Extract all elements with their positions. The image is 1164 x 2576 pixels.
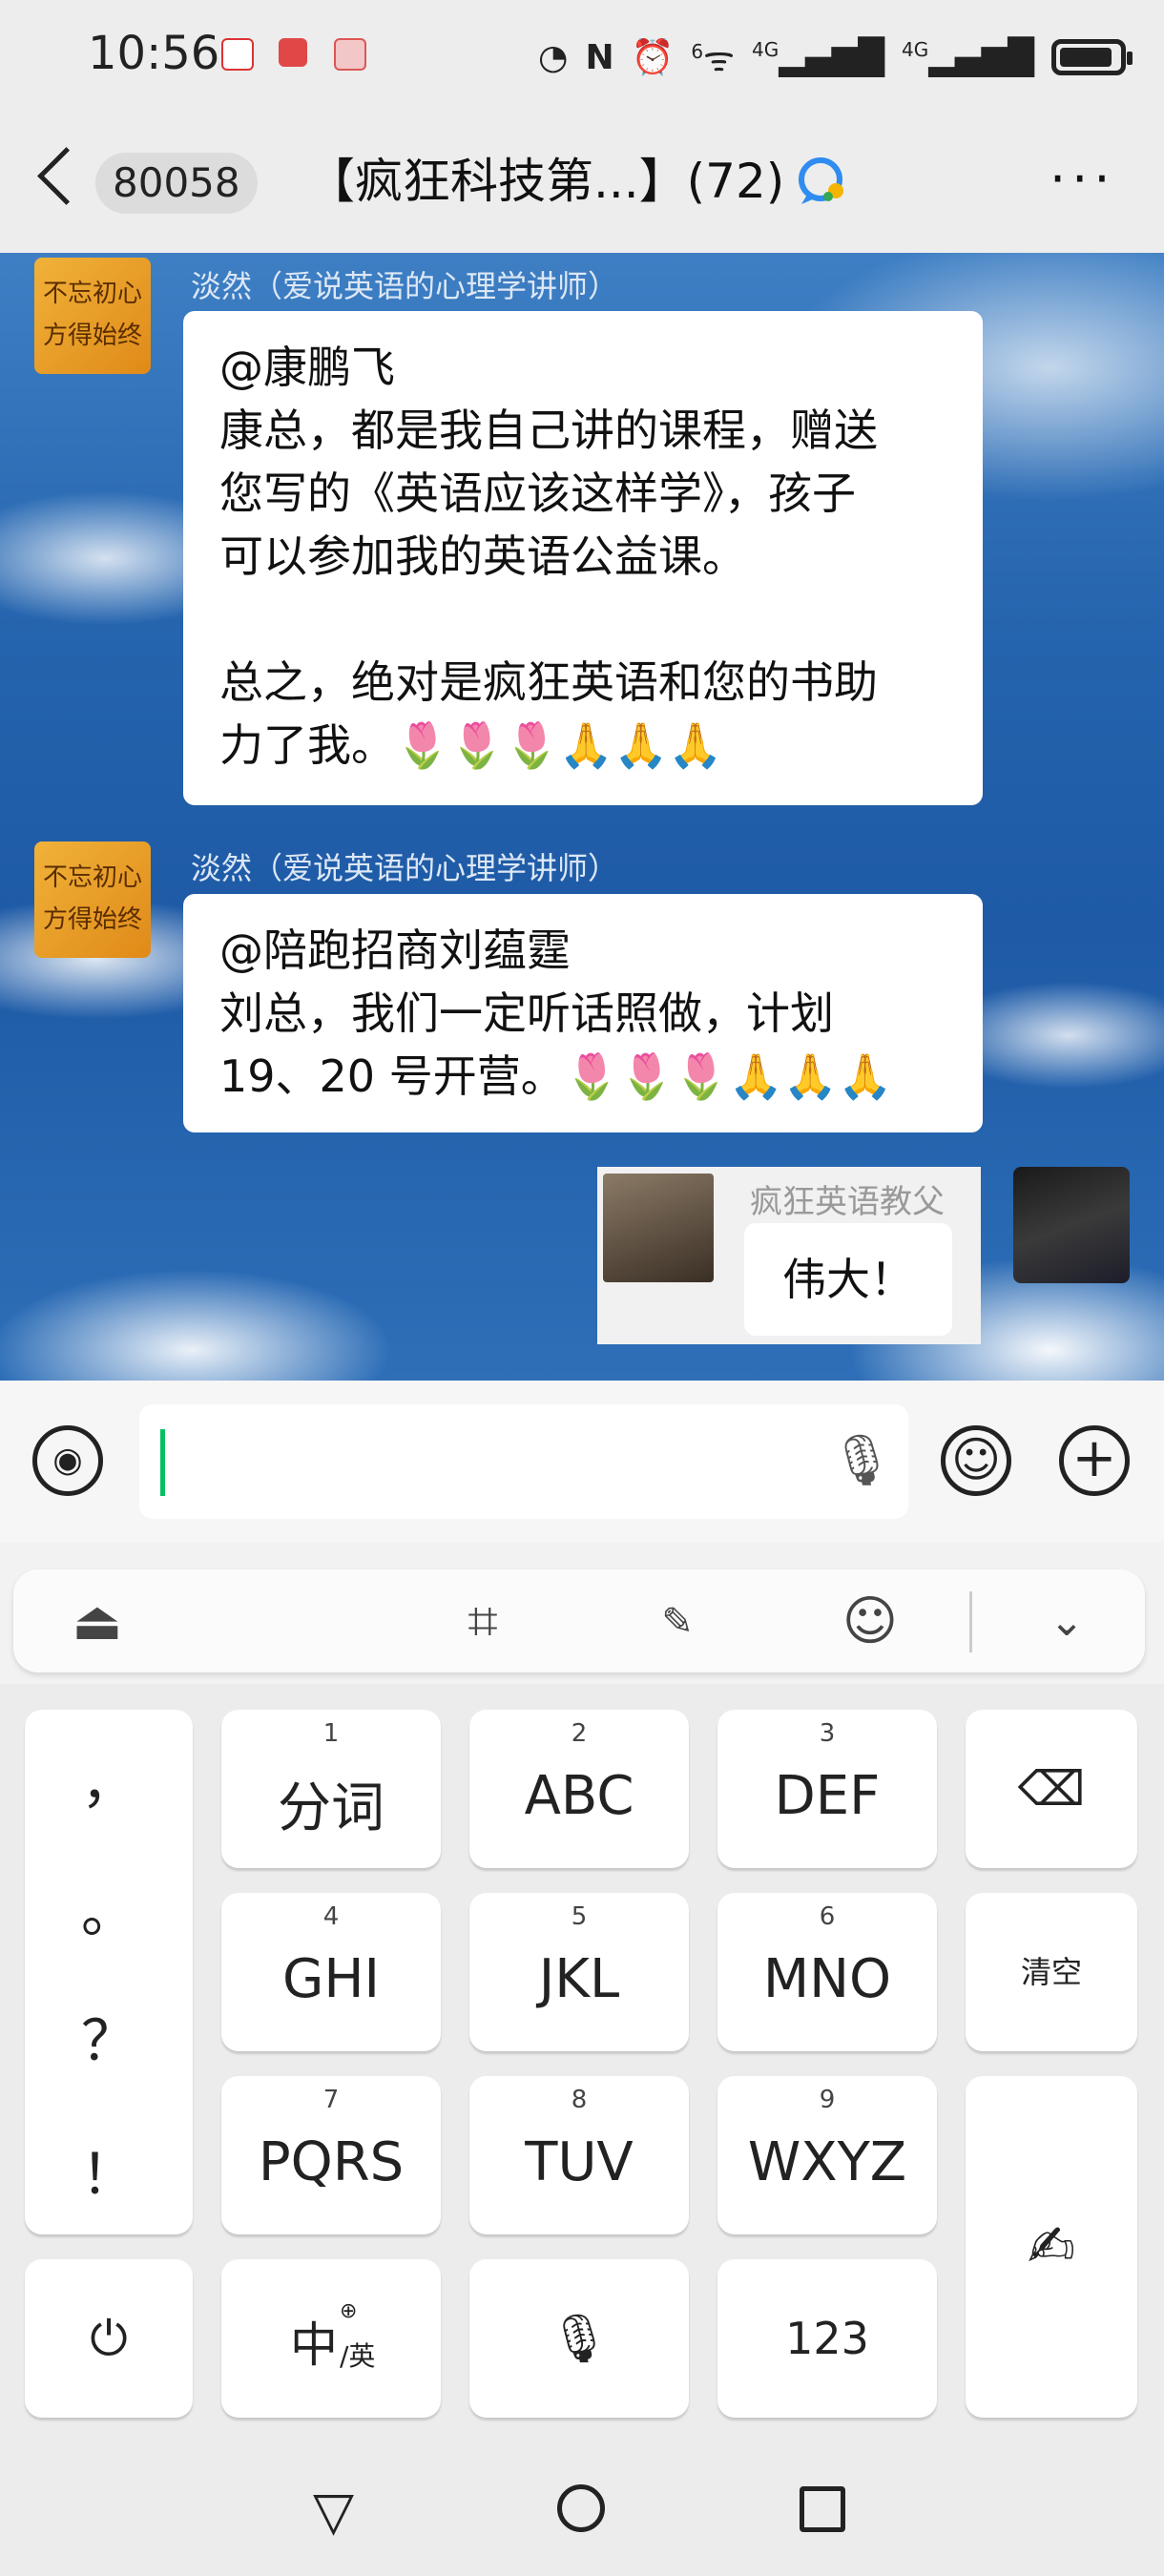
key-2[interactable]: 2 ABC [469,1710,689,1868]
app-notification-icon-2 [334,38,366,71]
punctuation-exclaim[interactable]: ！ [25,2129,193,2210]
delete-key[interactable]: ⌫ [966,1710,1137,1868]
quoted-bubble: 伟大！ [744,1223,952,1336]
plus-icon[interactable]: + [1059,1425,1130,1496]
power-key[interactable]: ⏻ [25,2259,193,2418]
sender-avatar[interactable]: 不忘初心 方得始终 [34,841,151,958]
key-5[interactable]: 5 JKL [469,1893,689,2051]
message-input[interactable] [139,1404,908,1519]
chat-title[interactable]: 【疯狂科技第...】(72) [307,143,784,219]
voice-toggle-icon[interactable]: ◉ [32,1425,103,1496]
nav-recents-icon[interactable] [800,2486,845,2532]
text-cursor [160,1429,165,1496]
alarm-icon: ⏰ [631,38,675,77]
key-4[interactable]: 4 GHI [221,1893,441,2051]
microphone-icon[interactable]: 🎙 [830,1431,893,1489]
keyboard-collapse-icon[interactable]: ⏏ [59,1584,135,1660]
key-9[interactable]: 9 WXYZ [717,2076,937,2234]
ai-write-icon[interactable]: ✎ [639,1584,716,1660]
punctuation-comma[interactable]: ， [25,1738,193,1818]
status-icons: ◔ N ⏰ 6ᯤ 4G▂▄▆█ 4G▂▄▆█ [538,29,1133,86]
group-logo-icon [799,157,843,204]
ime-toolbar [13,1569,1145,1672]
emoji-icon[interactable]: ☺ [832,1584,908,1660]
microphone-icon: 🎙 [549,2311,610,2366]
globe-icon: ⊕ [340,2299,358,2323]
voice-input-key[interactable]: 🎙 [469,2259,689,2418]
power-icon: ⏻ [90,2311,128,2366]
delete-icon: ⌫ [1017,1761,1086,1817]
signal-4g-icon: 4G▂▄▆█ [752,37,885,77]
quoted-photo [603,1174,714,1282]
sender-avatar[interactable]: 不忘初心 方得始终 [34,258,151,374]
key-3[interactable]: 3 DEF [717,1710,937,1868]
more-options-icon[interactable]: ··· [1050,154,1116,205]
sender-name: 淡然（爱说英语的心理学讲师） [191,850,619,886]
sender-name: 淡然（爱说英语的心理学讲师） [191,268,619,304]
key-6[interactable]: 6 MNO [717,1893,937,2051]
message-bubble[interactable]: @康鹏飞 康总，都是我自己讲的课程，赠送 您写的《英语应该这样学》，孩子 可以参… [183,311,983,805]
my-avatar[interactable] [1013,1167,1130,1283]
nfc-icon: N [585,37,614,77]
message-bubble[interactable]: @陪跑招商刘蕴霆 刘总，我们一定听话照做，计划 19、20 号开营。🌷🌷🌷🙏🙏🙏 [183,894,983,1132]
number-switch-key[interactable]: 123 [717,2259,937,2418]
handwriting-key[interactable]: ✍ [966,2076,1137,2418]
wifi-icon: 6ᯤ [691,39,736,79]
toolbar-divider [969,1591,972,1652]
punctuation-period[interactable]: 。 [25,1867,193,1947]
huawei-icon [221,38,254,71]
unread-count-badge[interactable]: 80058 [95,153,258,214]
brush-icon[interactable]: ⌗ [445,1584,521,1660]
clear-key[interactable]: 清空 [966,1893,1137,2051]
key-7[interactable]: 7 PQRS [221,2076,441,2234]
data-saver-icon: ◔ [538,37,569,77]
quoted-sender-name: 疯狂英语教父 [750,1183,945,1221]
punctuation-question[interactable]: ？ [25,1996,193,2076]
key-1[interactable]: 1 分词 [221,1710,441,1868]
status-time: 10:56 [88,27,220,80]
nav-back-icon[interactable]: ▽ [313,2481,354,2543]
nav-home-icon[interactable] [557,2484,605,2532]
chevron-down-icon[interactable]: ⌄ [1029,1584,1105,1660]
battery-icon [1051,39,1133,75]
key-8[interactable]: 8 TUV [469,2076,689,2234]
signal-4g-icon-2: 4G▂▄▆█ [902,37,1034,77]
emoji-icon[interactable]: ☺ [941,1425,1011,1496]
handwriting-icon: ✍ [1027,2213,1076,2280]
punctuation-column[interactable]: ， 。 ？ ！ [25,1710,193,2234]
language-switch-key[interactable]: 中 ⊕ /英 [221,2259,441,2418]
app-notification-icon [279,38,307,67]
